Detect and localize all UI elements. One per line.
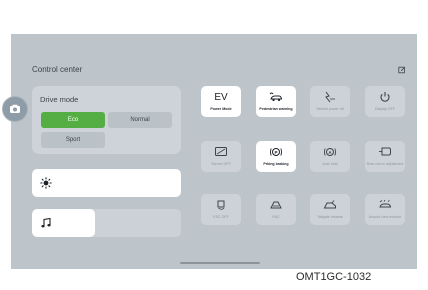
auto-hold-icon: A xyxy=(324,148,336,156)
tile-label: Rear mirror adjustment xyxy=(366,162,404,166)
tile-tailgate[interactable]: Tailgate Intrame xyxy=(310,194,350,225)
drive-mode-card: Drive mode Eco Normal Sport xyxy=(32,86,181,154)
drive-mode-sport-button[interactable]: Sport xyxy=(41,132,105,148)
tile-hdc[interactable]: HDC xyxy=(256,194,296,225)
drive-mode-normal-button[interactable]: Normal xyxy=(108,112,172,128)
tile-rear-mirror-adjustment[interactable]: Rear mirror adjustment xyxy=(365,141,405,172)
tile-label: HDC xyxy=(272,215,280,219)
drive-mode-label: Drive mode xyxy=(40,95,79,104)
tile-auto-hold[interactable]: A Auto hold xyxy=(310,141,350,172)
rear-mirror-icon xyxy=(379,147,391,156)
around-view-icon xyxy=(379,199,392,208)
tile-esc-off[interactable]: ESC OFF xyxy=(201,194,241,225)
power-icon xyxy=(380,92,390,102)
ev-text: EV xyxy=(214,91,228,103)
tile-parking-braking[interactable]: P Prking braking xyxy=(256,141,296,172)
volume-slider[interactable] xyxy=(32,209,181,237)
tile-screen-off[interactable]: Screen OFF xyxy=(201,141,241,172)
tile-label: Tailgate Intrame xyxy=(317,215,343,219)
brightness-icon xyxy=(40,177,52,189)
tile-label: ESC OFF xyxy=(213,215,229,219)
tile-around-view-monitor[interactable]: Around view monitor xyxy=(365,194,405,225)
vehicle-power-off-icon xyxy=(325,91,335,103)
drive-mode-eco-button[interactable]: Eco xyxy=(41,112,105,128)
tile-label: Around view monitor xyxy=(368,215,402,219)
figure-code: OMT1GC-1032 xyxy=(296,271,372,283)
side-camera-button[interactable] xyxy=(2,96,28,122)
tile-label: Screen OFF xyxy=(211,162,231,166)
tile-vehicle-power-off[interactable]: Vehicle power off xyxy=(310,86,350,117)
tile-label: Auto hold xyxy=(322,162,338,166)
screen-off-icon xyxy=(215,147,227,156)
control-center-screen: Control center Drive mode Eco Normal Spo… xyxy=(11,34,417,269)
tile-label: Power Mode xyxy=(210,107,232,111)
pedestrian-warning-icon xyxy=(269,92,283,102)
top-strip xyxy=(0,0,428,34)
tile-label: Prking braking xyxy=(263,162,289,166)
home-indicator[interactable] xyxy=(180,262,260,264)
brightness-slider[interactable] xyxy=(32,169,181,197)
tile-label: Vehicle power off xyxy=(316,107,344,111)
tailgate-icon xyxy=(323,200,336,209)
tile-power-mode[interactable]: EV Power Mode xyxy=(201,86,241,117)
tile-label: Pedestrian warning xyxy=(259,107,293,111)
tile-label: Display OFF xyxy=(375,107,395,111)
music-note-icon xyxy=(41,217,51,228)
ev-icon: EV xyxy=(201,90,241,104)
control-center-title: Control center xyxy=(32,65,83,74)
hdc-icon xyxy=(270,201,282,209)
parking-brake-icon: P xyxy=(270,148,282,156)
brightness-slider-fill xyxy=(32,169,181,197)
tile-display-off[interactable]: Display OFF xyxy=(365,86,405,117)
svg-text:P: P xyxy=(274,150,277,155)
tile-pedestrian-warning[interactable]: Pedestrian warning xyxy=(256,86,296,117)
esc-off-icon xyxy=(217,200,225,210)
svg-text:A: A xyxy=(328,150,332,155)
edit-icon[interactable] xyxy=(398,66,406,74)
camera-icon xyxy=(10,104,20,113)
